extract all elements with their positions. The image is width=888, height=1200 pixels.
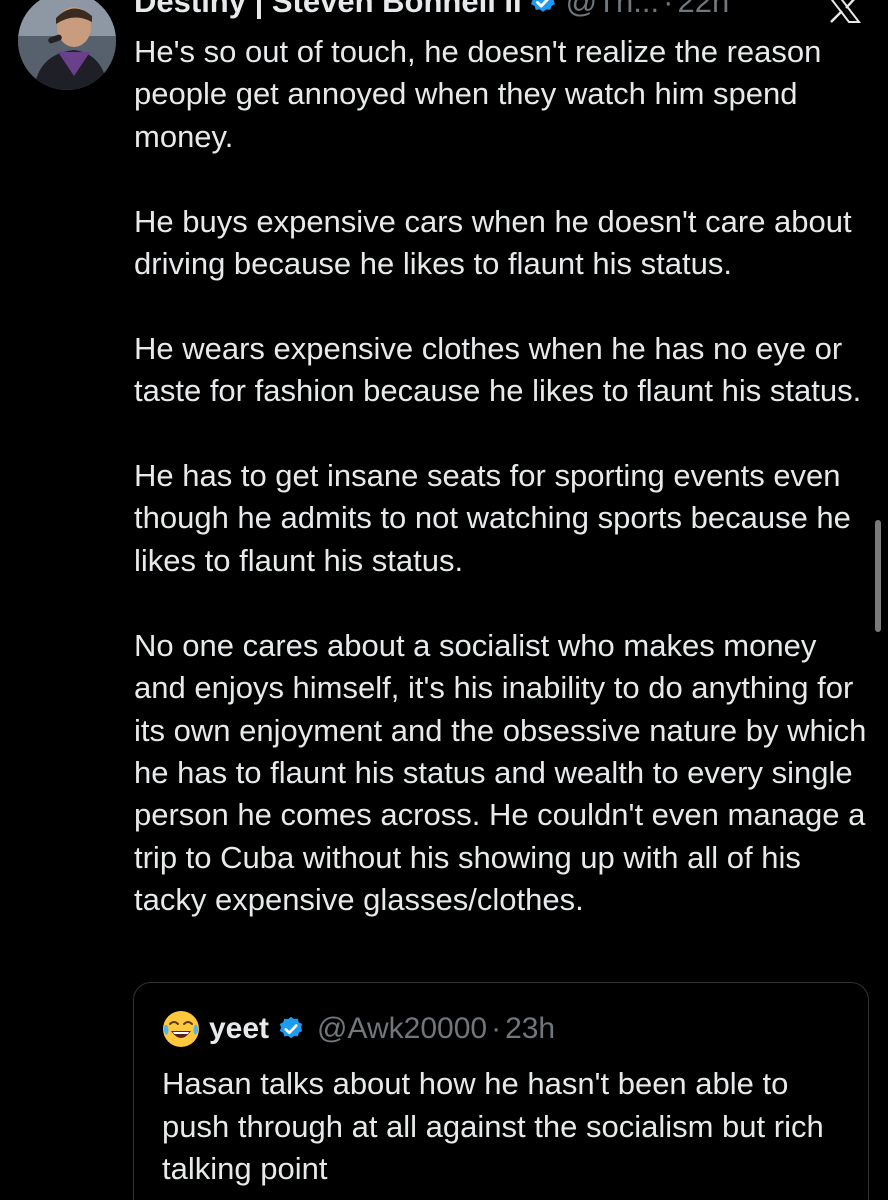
user-avatar[interactable] bbox=[18, 0, 116, 90]
quoted-tweet-header: yeet @Awk20000 · 23h bbox=[161, 1009, 555, 1049]
quoted-timestamp[interactable]: 23h bbox=[505, 1012, 555, 1046]
tweet-header: Destiny | Steven Bonnell II @Th... · 22h bbox=[134, 0, 729, 22]
quoted-display-name[interactable]: yeet bbox=[209, 1012, 269, 1046]
separator-dot: · bbox=[663, 0, 674, 19]
verified-badge-icon bbox=[279, 1016, 303, 1039]
quoted-tweet-text: Hasan talks about how he hasn't been abl… bbox=[162, 1066, 824, 1186]
tweet[interactable]: Destiny | Steven Bonnell II @Th... · 22h… bbox=[0, 0, 888, 1200]
scrollbar-thumb[interactable] bbox=[875, 520, 881, 632]
verified-badge-icon bbox=[530, 0, 555, 12]
separator-dot: · bbox=[491, 1012, 502, 1045]
handle[interactable]: @Th... bbox=[566, 0, 659, 22]
tweet-text: He's so out of touch, he doesn't realize… bbox=[134, 34, 867, 918]
avatar-photo-icon bbox=[18, 0, 116, 90]
x-logo-icon[interactable] bbox=[826, 0, 862, 24]
quoted-handle[interactable]: @Awk20000 bbox=[317, 1012, 487, 1046]
timestamp[interactable]: 22h bbox=[677, 0, 729, 22]
quoted-tweet[interactable]: yeet @Awk20000 · 23h Hasan talks about h… bbox=[133, 982, 869, 1200]
laughing-emoji-avatar-icon[interactable] bbox=[161, 1009, 201, 1049]
display-name[interactable]: Destiny | Steven Bonnell II bbox=[134, 0, 522, 22]
